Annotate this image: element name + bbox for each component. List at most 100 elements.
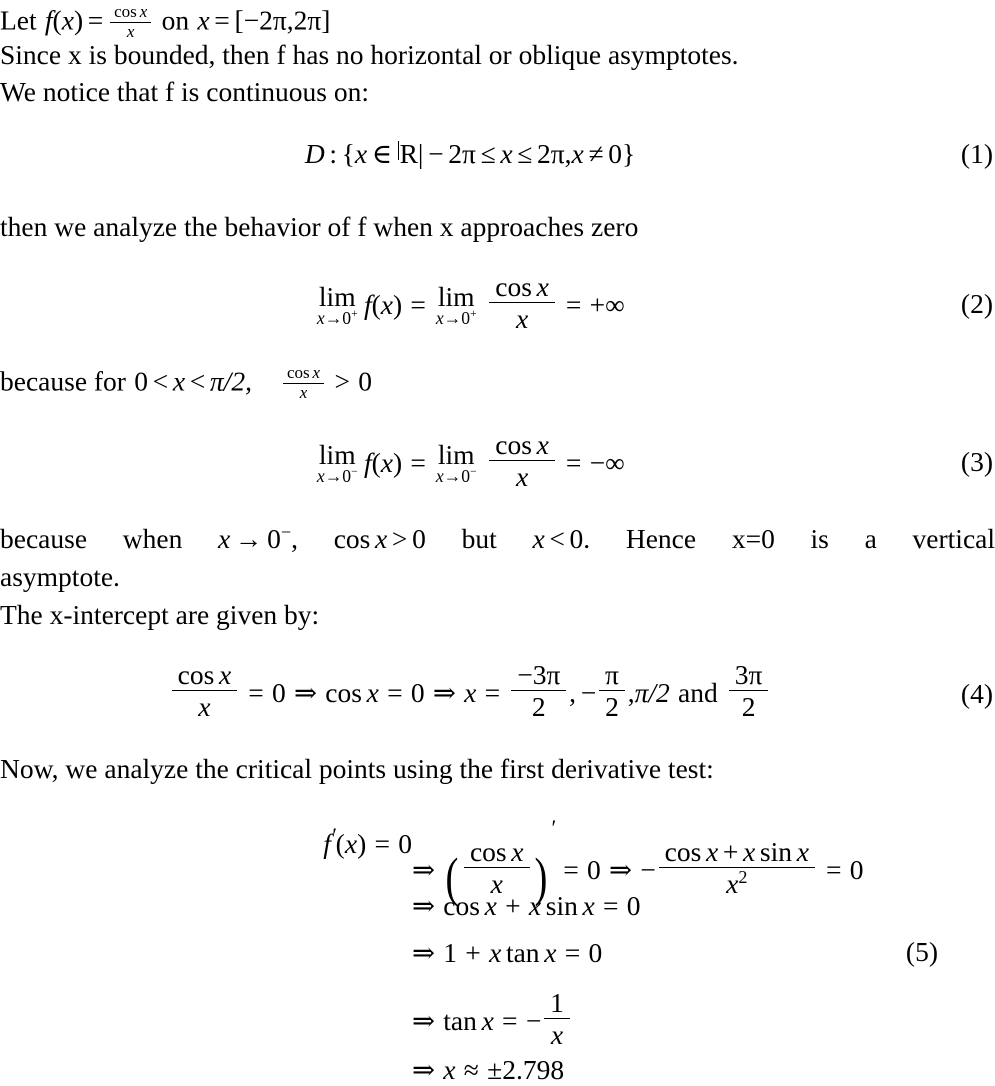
a-word: a [864, 523, 877, 554]
less-than-1: < [152, 365, 169, 397]
lim-sub-sign: − [351, 465, 358, 479]
less-than: < [549, 523, 565, 554]
fraction-one-over-x: 1x [544, 988, 570, 1050]
root-2-pi-over-2: π2 [598, 660, 625, 722]
variable-x: x [218, 523, 231, 554]
brace-open: { [341, 138, 355, 169]
fraction-numerator: cos x [489, 430, 555, 462]
interval-comma: , [286, 4, 294, 36]
lim-subscript: x→0+ [317, 308, 358, 329]
root-1-numerator: −3π [511, 660, 567, 692]
implies-symbol: ⇒ [412, 1004, 436, 1036]
interval-bracket-close: ] [321, 4, 331, 36]
paren-close: ) [73, 4, 84, 36]
sin-argument: x [796, 836, 809, 868]
fraction-denominator: x [299, 383, 308, 403]
fraction-denominator: x [550, 1019, 564, 1051]
cos-argument: x [536, 271, 549, 302]
fraction-numerator: 1 [544, 988, 570, 1020]
lim-sub-value-2: 0 [461, 308, 471, 329]
equals-sign: = [87, 4, 104, 36]
but-word: but [461, 523, 497, 554]
equation-tag-4: (4) [960, 678, 993, 709]
paren-open: ( [335, 828, 345, 859]
cos-operator: cos [286, 363, 310, 382]
zero-value: 0 [626, 890, 641, 921]
equation-tag-1: (1) [960, 138, 993, 169]
implies-symbol: ⇒ [412, 890, 436, 921]
equals-second: = [565, 446, 582, 478]
root-1-negative-3pi-over-2: −3π 2 [511, 660, 567, 722]
lim-sub-value-2: 0 [461, 466, 471, 487]
cos-operator: cos [495, 271, 532, 302]
root-4-denominator: 2 [741, 691, 756, 723]
equals-sign: = [603, 890, 619, 921]
paren-close: ) [357, 828, 367, 859]
such-that-bar: | [417, 138, 424, 169]
lim-sub-arrow-2: → [443, 466, 462, 487]
zero-value: 0 [412, 523, 426, 554]
cos-argument: x [218, 659, 232, 690]
zero-2: 0 [849, 854, 864, 885]
line-continuous-statement: We notice that f is continuous on: [0, 76, 369, 107]
upper-bound-pi-half: π/2, [209, 365, 252, 397]
equals-sign: = [502, 1004, 518, 1036]
x-multiplier: x [743, 836, 756, 868]
comma: , [291, 523, 298, 554]
document-page: Let f(x) = cos x x on x = [−2π,2π] Since x is bou… [0, 0, 995, 1085]
negative-sign: − [525, 1004, 542, 1036]
solution-variable-x: x [464, 676, 477, 708]
negative-sign: − [640, 854, 656, 885]
f-argument: x [380, 288, 393, 320]
cos-operator: cos [114, 2, 137, 21]
implies-symbol: ⇒ [412, 1054, 436, 1085]
f-paren-open: ( [371, 288, 381, 320]
variable-x: x [344, 828, 358, 859]
x-multiplier: x [489, 937, 502, 968]
equals-3: = [484, 676, 501, 708]
fraction-numerator: cos x [283, 363, 324, 384]
lim-sub-arrow: → [324, 308, 343, 329]
equation-3-limit-left: lim x→0− f(x) = lim x→0− cos x x = −∞ [0, 430, 940, 492]
limit-operator-2: lim x→0− [436, 440, 477, 487]
when-word: when [122, 523, 183, 554]
cos-operator: cos [469, 836, 507, 868]
because-for-text: because for [0, 365, 126, 397]
equals-first: = [410, 446, 426, 478]
set-name-D: D [304, 138, 325, 169]
equals-1: = [563, 854, 579, 885]
zero-1: 0 [271, 676, 286, 708]
equation-5-line-1-lhs: f′(x) = 0 [323, 824, 412, 860]
line-asymptote-continuation: asymptote. [0, 561, 120, 592]
tan-argument: x [544, 937, 557, 968]
less-equal-1: ≤ [480, 138, 496, 169]
equation-tag-3: (3) [960, 446, 993, 477]
lower-bound-2pi: 2π [448, 138, 476, 169]
root-4-3pi-over-2: 3π 2 [728, 660, 769, 723]
denominator-exponent: 2 [738, 867, 748, 888]
implies-2: ⇒ [432, 676, 456, 708]
lim-sub-variable-2: x [435, 308, 444, 329]
set-comma: , [564, 138, 572, 169]
line-behavior-statement: then we analyze the behavior of f when x… [0, 211, 639, 242]
equation-4-x-intercepts: cos x x = 0 ⇒ cos x = 0 ⇒ x = −3π 2, − π 2 ,π/2 and 3π 2 [0, 660, 940, 722]
fraction-cos-x-over-x: cos x x [110, 2, 151, 42]
x-multiplier: x [528, 890, 542, 921]
numeric-solution: ±2.798 [487, 1054, 565, 1085]
equation-tag-2: (2) [960, 288, 993, 319]
tan-operator: tan [443, 1004, 477, 1036]
lim-sub-sign-2: − [470, 465, 477, 479]
zero-value: 0 [398, 828, 412, 859]
interval-upper-bound: 2π [293, 4, 322, 36]
fraction-cos-over-x: cos x x [489, 272, 555, 334]
implies-1: ⇒ [293, 676, 318, 708]
f-paren-close: ) [392, 446, 403, 478]
limit-result-plus-infinity: +∞ [589, 288, 625, 320]
fraction-denominator: x [515, 461, 529, 493]
cos-operator: cos [177, 659, 215, 690]
variable-x: x [172, 365, 186, 397]
lim-sub-value: 0 [342, 308, 352, 329]
derivative-numerator: cos x + x sin x [658, 836, 815, 869]
root-2-minus-sign: − [580, 676, 597, 708]
fraction-cos-over-x: cos x x [171, 659, 238, 722]
